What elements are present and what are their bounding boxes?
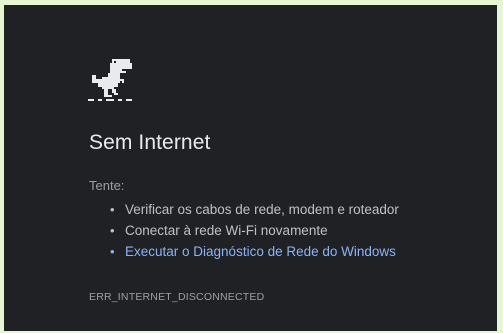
bullet-icon: • bbox=[110, 223, 115, 238]
error-page: Sem Internet Tente: • Verificar os cabos… bbox=[4, 5, 497, 331]
suggestion-link-label[interactable]: Executar o Diagnóstico de Rede do Window… bbox=[125, 244, 396, 259]
try-label: Tente: bbox=[89, 178, 125, 193]
suggestion-check-cables: • Verificar os cabos de rede, modem e ro… bbox=[89, 199, 399, 220]
run-network-diagnostics-link[interactable]: • Executar o Diagnóstico de Rede do Wind… bbox=[89, 241, 399, 262]
suggestion-label: Conectar à rede Wi-Fi novamente bbox=[125, 223, 328, 238]
page-title: Sem Internet bbox=[89, 131, 211, 154]
suggestion-label: Verificar os cabos de rede, modem e rote… bbox=[125, 202, 399, 217]
suggestion-reconnect-wifi: • Conectar à rede Wi-Fi novamente bbox=[89, 220, 399, 241]
bullet-icon: • bbox=[110, 202, 115, 217]
bullet-icon: • bbox=[110, 244, 115, 259]
suggestion-list: • Verificar os cabos de rede, modem e ro… bbox=[89, 199, 399, 262]
error-code: ERR_INTERNET_DISCONNECTED bbox=[89, 291, 265, 303]
offline-dino-icon bbox=[88, 59, 132, 101]
